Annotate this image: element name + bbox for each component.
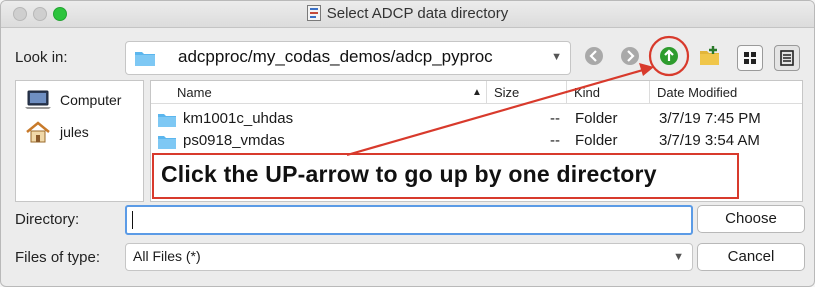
chevron-down-icon: ▼ [673, 251, 684, 263]
files-of-type-select[interactable]: All Files (*) ▼ [125, 243, 693, 271]
highlight-circle [648, 35, 690, 77]
directory-label: Directory: [15, 211, 80, 228]
cancel-button[interactable]: Cancel [697, 243, 805, 271]
directory-input[interactable] [125, 205, 693, 235]
files-of-type-label: Files of type: [15, 249, 101, 266]
file-chooser-dialog: Select ADCP data directory Look in: adcp… [0, 0, 815, 287]
annotation-arrow-line [346, 68, 644, 157]
text-caret [132, 211, 133, 229]
files-of-type-value: All Files (*) [133, 248, 201, 264]
choose-button[interactable]: Choose [697, 205, 805, 233]
